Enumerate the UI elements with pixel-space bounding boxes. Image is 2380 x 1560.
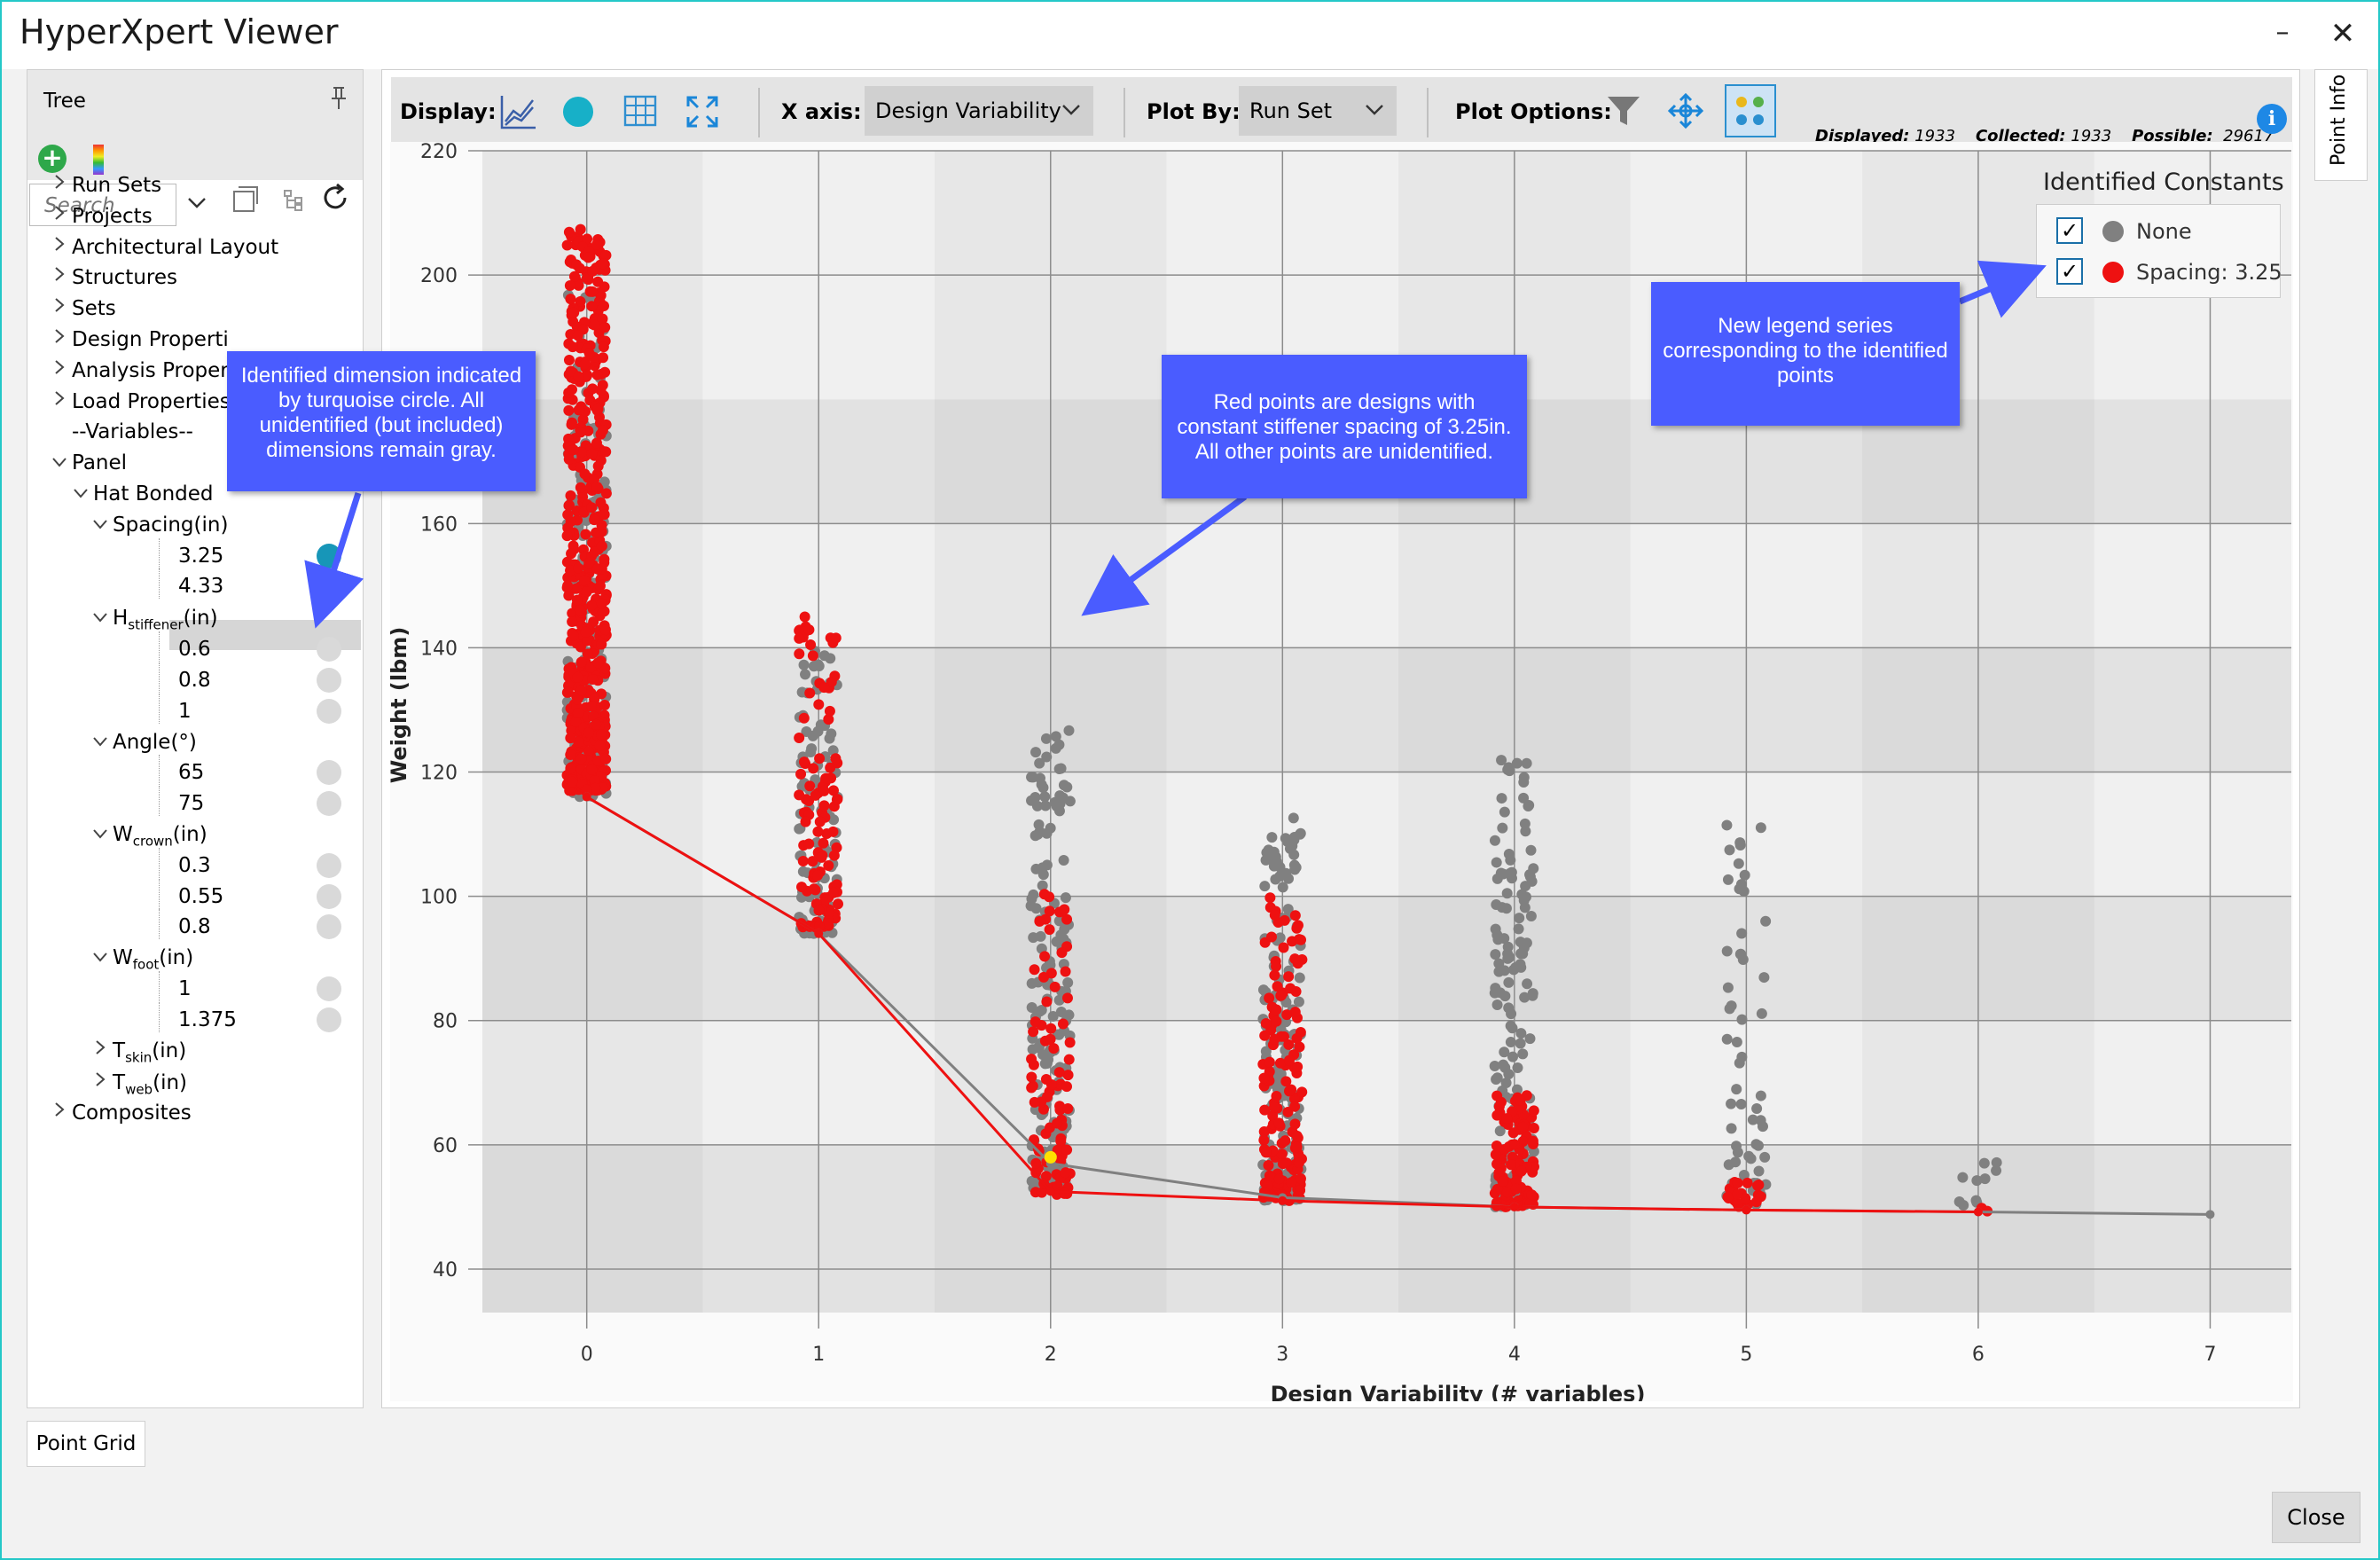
arrow-red [1081, 494, 1248, 616]
close-button[interactable]: Close [2272, 1492, 2360, 1543]
arrow-legend [1958, 260, 2047, 318]
callout-tree: Identified dimension indicated by turquo… [227, 351, 536, 491]
callout-arrows [304, 260, 2047, 629]
arrow-tree [304, 491, 364, 629]
callout-legend: New legend series corresponding to the i… [1651, 282, 1960, 426]
callout-red: Red points are designs with constant sti… [1162, 355, 1527, 498]
